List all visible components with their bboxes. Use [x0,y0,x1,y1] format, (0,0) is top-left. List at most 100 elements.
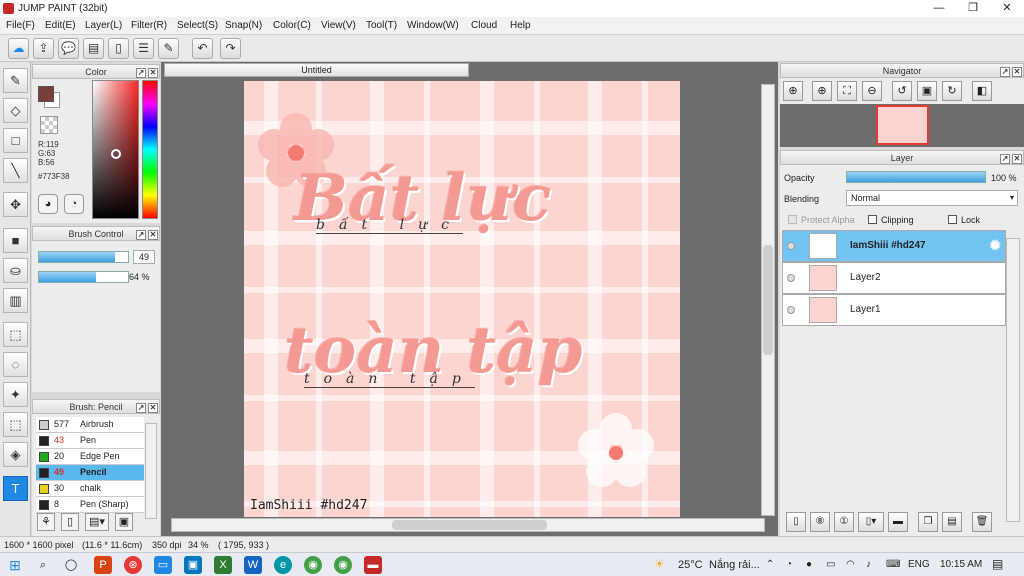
merge-layer-icon[interactable]: ▤ [942,512,962,532]
language-indicator[interactable]: ENG [908,559,930,570]
menu-help[interactable]: Help [510,20,531,31]
rectangle-tool-icon[interactable]: □ [3,128,28,153]
close-icon[interactable]: ✕ [148,403,158,413]
close-icon[interactable]: ✕ [1012,67,1022,77]
app-red-icon[interactable]: ⊛ [124,556,142,574]
zoom-fit-icon[interactable]: ⊕ [783,81,803,101]
weather-text[interactable]: Nắng rải... [709,559,760,571]
transparent-swatch[interactable] [40,116,58,134]
menu-window[interactable]: Window(W) [407,20,459,31]
rotate-right-icon[interactable]: ↻ [942,81,962,101]
scroll-thumb[interactable] [763,245,773,355]
jump-paint-app-icon[interactable]: ▬ [364,556,382,574]
undock-icon[interactable]: ↗ [136,230,146,240]
visibility-icon[interactable] [787,306,795,314]
maximize-button[interactable]: ❐ [956,0,990,17]
close-icon[interactable]: ✕ [148,68,158,78]
vertical-scrollbar[interactable] [761,84,775,516]
list-item[interactable]: 20 Edge Pen [36,449,144,465]
undock-icon[interactable]: ↗ [136,68,146,78]
layer-row[interactable]: Layer2 [782,262,1006,294]
select-pen-icon[interactable]: ⬚ [3,412,28,437]
close-icon[interactable]: ✕ [1012,154,1022,164]
chrome-browser-icon[interactable]: ◉ [304,556,322,574]
list-item[interactable]: 577 Airbrush [36,417,144,433]
folder-icon[interactable]: ▬ [888,512,908,532]
gear-icon[interactable]: ✹ [989,237,1001,254]
new-layer-1bit-icon[interactable]: ① [834,512,854,532]
menu-cloud[interactable]: Cloud [471,20,497,31]
rotate-left-icon[interactable]: ↺ [892,81,912,101]
color-cursor[interactable] [111,149,121,159]
fill-rect-tool-icon[interactable]: ■ [3,228,28,253]
reset-rotation-icon[interactable]: ▣ [917,81,937,101]
layer-row[interactable]: Layer1 [782,294,1006,326]
lasso-icon[interactable]: ◌ [3,352,28,377]
menu-select[interactable]: Select(S) [177,20,218,31]
magic-wand-icon[interactable]: ✦ [3,382,28,407]
close-button[interactable]: ✕ [990,0,1024,17]
text-tool-icon[interactable]: T [3,476,28,501]
document-tab[interactable]: Untitled [164,63,469,77]
menu-tool[interactable]: Tool(T) [366,20,397,31]
menu-snap[interactable]: Snap(N) [225,20,262,31]
chevron-up-icon[interactable]: ⌃ [766,559,774,570]
comment-icon[interactable]: 💬 [58,38,79,59]
lock-checkbox[interactable] [948,215,957,224]
select-eraser-icon[interactable]: ◈ [3,442,28,467]
list-item[interactable]: 43 Pen [36,433,144,449]
windows-start-icon[interactable]: ⊞ [6,556,24,574]
list-item[interactable]: 8 Pen (Sharp) [36,497,144,513]
menu-file[interactable]: File(F) [6,20,35,31]
undock-icon[interactable]: ↗ [136,403,146,413]
layer-opacity-slider[interactable] [846,171,986,183]
delete-brush-icon[interactable]: ▣ [115,513,133,531]
line-tool-icon[interactable]: ╲ [3,158,28,183]
hue-slider[interactable] [142,80,158,219]
scroll-thumb[interactable] [392,520,547,530]
brush-list-scrollbar[interactable] [145,423,157,519]
menu-view[interactable]: View(V) [321,20,356,31]
brush-settings-icon[interactable]: ⚘ [37,513,55,531]
task-view-icon[interactable]: ◯ [62,556,80,574]
search-icon[interactable]: ⌕ [34,556,52,574]
tray-app-icon[interactable]: ◔ [786,559,792,570]
select-rect-icon[interactable]: ⬚ [3,322,28,347]
monitor-app-icon[interactable]: ▭ [154,556,172,574]
brush-size-value[interactable]: 49 [133,250,155,264]
wifi-icon[interactable]: ◠ [846,559,855,570]
layer-row-selected[interactable]: IamShiii #hd247 ✹ [782,230,1006,262]
visibility-icon[interactable] [787,274,795,282]
drawing-canvas[interactable]: Bất lực bất lực toàn tập toàn tập IamShi… [244,81,680,517]
redo-icon[interactable]: ↷ [220,38,241,59]
new-layer-icon[interactable]: ▯ [786,512,806,532]
keyboard-icon[interactable]: ⌨ [886,559,900,570]
new-brush-icon[interactable]: ▯ [61,513,79,531]
tray-app-icon[interactable]: ● [806,559,812,570]
powerpoint-app-icon[interactable]: P [94,556,112,574]
excel-app-icon[interactable]: X [214,556,232,574]
cloud-icon[interactable]: ☁ [8,38,29,59]
menu-layer[interactable]: Layer(L) [85,20,122,31]
blending-select[interactable]: Normal ▾ [846,190,1018,206]
trash-icon[interactable]: 🗑 [972,512,992,532]
brush-opacity-slider[interactable] [38,271,129,283]
remote-app-icon[interactable]: ▣ [184,556,202,574]
new-layer-8bit-icon[interactable]: ⑧ [810,512,830,532]
chrome-profile-icon[interactable]: ◉ [334,556,352,574]
edit-icon[interactable]: ✎ [158,38,179,59]
saturation-value-picker[interactable] [92,80,139,219]
chat-icon[interactable]: ▤ [83,38,104,59]
flip-icon[interactable]: ◧ [972,81,992,101]
notification-icon[interactable]: ▤ [992,557,1003,571]
duplicate-layer-icon[interactable]: ❐ [918,512,938,532]
list-item[interactable]: 30 chalk [36,481,144,497]
move-tool-icon[interactable]: ✥ [3,192,28,217]
network-icon[interactable]: ▭ [826,559,835,570]
layer-list-scrollbar[interactable] [1006,238,1020,522]
export-icon[interactable]: ⇪ [33,38,54,59]
gradient-tool-icon[interactable]: ▥ [3,288,28,313]
menu-filter[interactable]: Filter(R) [131,20,167,31]
eraser-tool-icon[interactable]: ◇ [3,98,28,123]
undock-icon[interactable]: ↗ [1000,154,1010,164]
